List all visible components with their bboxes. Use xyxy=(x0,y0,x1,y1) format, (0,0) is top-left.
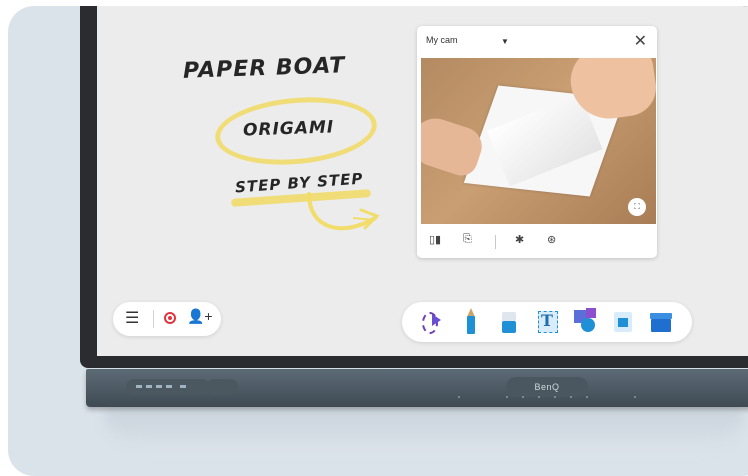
toolbox-icon[interactable] xyxy=(648,308,674,336)
indicator-dot xyxy=(522,396,524,398)
text-box-icon[interactable]: T xyxy=(534,308,560,336)
port-cover xyxy=(206,379,238,395)
freeze-icon[interactable]: ✱ xyxy=(515,233,524,246)
indicator-dot xyxy=(506,396,508,398)
drawing-toolbar: T xyxy=(402,302,692,342)
toolbar-divider xyxy=(153,310,154,328)
shapes-icon[interactable] xyxy=(572,308,598,336)
session-toolbar: ☰ 👤+ xyxy=(113,302,221,336)
device-card: PAPER BOAT ORIGAMI STEP BY STEP My cam ▼… xyxy=(8,6,748,476)
camera-video-feed: ⛶ xyxy=(421,58,656,224)
indicator-dot xyxy=(634,396,636,398)
whiteboard-subtitle: ORIGAMI xyxy=(242,117,335,141)
indicator-dot xyxy=(586,396,588,398)
camera-panel-header: My cam ▼ ✕ xyxy=(417,26,657,58)
stage: PAPER BOAT ORIGAMI STEP BY STEP My cam ▼… xyxy=(0,0,748,476)
device-bottom-bar: BenQ xyxy=(86,369,748,407)
caret-down-icon[interactable]: ▼ xyxy=(501,37,509,46)
indicator-dot xyxy=(538,396,540,398)
lasso-select-icon[interactable] xyxy=(420,308,446,336)
toolbar-divider xyxy=(495,235,496,249)
device-shadow xyxy=(104,406,744,452)
close-icon[interactable]: ✕ xyxy=(634,31,647,51)
camera-toolbar: ▯▮ ⎘ ✱ ⊛ xyxy=(417,231,657,255)
indicator-dot xyxy=(458,396,460,398)
rotate-icon[interactable]: ⎘ xyxy=(463,233,472,246)
eraser-icon[interactable] xyxy=(496,308,522,336)
image-icon[interactable] xyxy=(610,308,636,336)
aperture-icon[interactable]: ⊛ xyxy=(547,233,556,246)
indicator-dot xyxy=(570,396,572,398)
record-button[interactable] xyxy=(164,312,176,324)
mirror-icon[interactable]: ▯▮ xyxy=(429,233,441,246)
camera-source-select[interactable]: My cam xyxy=(426,35,458,45)
add-user-icon[interactable]: 👤+ xyxy=(187,308,213,325)
fullscreen-icon[interactable]: ⛶ xyxy=(628,198,646,216)
indicator-dot xyxy=(554,396,556,398)
brand-logo: BenQ xyxy=(506,377,588,397)
camera-panel[interactable]: My cam ▼ ✕ ⛶ ▯▮ ⎘ ✱ ⊛ xyxy=(417,26,657,258)
whiteboard-screen[interactable]: PAPER BOAT ORIGAMI STEP BY STEP My cam ▼… xyxy=(97,6,748,356)
hand-drawn-arrow xyxy=(307,192,380,231)
pen-icon[interactable] xyxy=(458,308,484,336)
menu-icon[interactable]: ☰ xyxy=(125,308,139,328)
port-panel xyxy=(126,379,210,395)
whiteboard-title: PAPER BOAT xyxy=(182,53,346,84)
